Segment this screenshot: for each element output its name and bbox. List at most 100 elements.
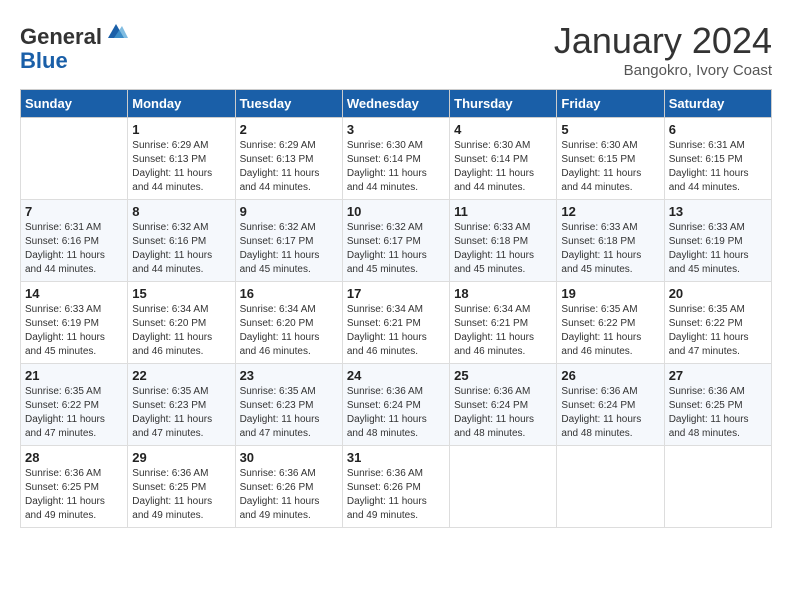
sunrise-text: Sunrise: 6:35 AM xyxy=(25,386,101,397)
sunrise-text: Sunrise: 6:36 AM xyxy=(561,386,637,397)
calendar-cell: 31 Sunrise: 6:36 AM Sunset: 6:26 PM Dayl… xyxy=(342,446,449,528)
calendar-cell: 16 Sunrise: 6:34 AM Sunset: 6:20 PM Dayl… xyxy=(235,282,342,364)
sunset-text: Sunset: 6:22 PM xyxy=(669,318,743,329)
sunset-text: Sunset: 6:26 PM xyxy=(240,482,314,493)
daylight-text: Daylight: 11 hours and 44 minutes. xyxy=(25,250,105,275)
calendar-cell xyxy=(450,446,557,528)
calendar-cell: 27 Sunrise: 6:36 AM Sunset: 6:25 PM Dayl… xyxy=(664,364,771,446)
calendar-cell: 13 Sunrise: 6:33 AM Sunset: 6:19 PM Dayl… xyxy=(664,200,771,282)
day-info: Sunrise: 6:36 AM Sunset: 6:25 PM Dayligh… xyxy=(25,467,123,523)
calendar-cell: 29 Sunrise: 6:36 AM Sunset: 6:25 PM Dayl… xyxy=(128,446,235,528)
sunset-text: Sunset: 6:15 PM xyxy=(561,154,635,165)
calendar-week-3: 14 Sunrise: 6:33 AM Sunset: 6:19 PM Dayl… xyxy=(21,282,772,364)
sunset-text: Sunset: 6:18 PM xyxy=(454,236,528,247)
day-number: 21 xyxy=(25,368,123,383)
calendar-cell: 20 Sunrise: 6:35 AM Sunset: 6:22 PM Dayl… xyxy=(664,282,771,364)
calendar-cell: 6 Sunrise: 6:31 AM Sunset: 6:15 PM Dayli… xyxy=(664,118,771,200)
sunrise-text: Sunrise: 6:36 AM xyxy=(347,386,423,397)
daylight-text: Daylight: 11 hours and 46 minutes. xyxy=(454,332,534,357)
sunset-text: Sunset: 6:23 PM xyxy=(132,400,206,411)
day-number: 19 xyxy=(561,286,659,301)
sunset-text: Sunset: 6:22 PM xyxy=(25,400,99,411)
day-number: 12 xyxy=(561,204,659,219)
daylight-text: Daylight: 11 hours and 46 minutes. xyxy=(561,332,641,357)
daylight-text: Daylight: 11 hours and 48 minutes. xyxy=(561,414,641,439)
daylight-text: Daylight: 11 hours and 49 minutes. xyxy=(132,496,212,521)
calendar-cell: 22 Sunrise: 6:35 AM Sunset: 6:23 PM Dayl… xyxy=(128,364,235,446)
sunset-text: Sunset: 6:13 PM xyxy=(132,154,206,165)
calendar-cell: 7 Sunrise: 6:31 AM Sunset: 6:16 PM Dayli… xyxy=(21,200,128,282)
calendar-cell: 3 Sunrise: 6:30 AM Sunset: 6:14 PM Dayli… xyxy=(342,118,449,200)
sunrise-text: Sunrise: 6:30 AM xyxy=(347,140,423,151)
day-info: Sunrise: 6:31 AM Sunset: 6:15 PM Dayligh… xyxy=(669,139,767,195)
calendar-cell: 28 Sunrise: 6:36 AM Sunset: 6:25 PM Dayl… xyxy=(21,446,128,528)
calendar-cell: 18 Sunrise: 6:34 AM Sunset: 6:21 PM Dayl… xyxy=(450,282,557,364)
day-number: 22 xyxy=(132,368,230,383)
calendar-cell: 19 Sunrise: 6:35 AM Sunset: 6:22 PM Dayl… xyxy=(557,282,664,364)
sunrise-text: Sunrise: 6:34 AM xyxy=(454,304,530,315)
sunrise-text: Sunrise: 6:36 AM xyxy=(454,386,530,397)
daylight-text: Daylight: 11 hours and 45 minutes. xyxy=(561,250,641,275)
sunrise-text: Sunrise: 6:36 AM xyxy=(669,386,745,397)
day-number: 2 xyxy=(240,122,338,137)
day-number: 17 xyxy=(347,286,445,301)
calendar-week-1: 1 Sunrise: 6:29 AM Sunset: 6:13 PM Dayli… xyxy=(21,118,772,200)
calendar-cell: 11 Sunrise: 6:33 AM Sunset: 6:18 PM Dayl… xyxy=(450,200,557,282)
calendar-cell: 15 Sunrise: 6:34 AM Sunset: 6:20 PM Dayl… xyxy=(128,282,235,364)
month-title: January 2024 xyxy=(554,20,772,62)
logo: General Blue xyxy=(20,20,128,73)
daylight-text: Daylight: 11 hours and 44 minutes. xyxy=(240,168,320,193)
day-info: Sunrise: 6:34 AM Sunset: 6:21 PM Dayligh… xyxy=(347,303,445,359)
sunset-text: Sunset: 6:19 PM xyxy=(669,236,743,247)
day-info: Sunrise: 6:35 AM Sunset: 6:23 PM Dayligh… xyxy=(132,385,230,441)
day-number: 6 xyxy=(669,122,767,137)
calendar-cell: 21 Sunrise: 6:35 AM Sunset: 6:22 PM Dayl… xyxy=(21,364,128,446)
day-info: Sunrise: 6:36 AM Sunset: 6:24 PM Dayligh… xyxy=(561,385,659,441)
calendar-cell: 30 Sunrise: 6:36 AM Sunset: 6:26 PM Dayl… xyxy=(235,446,342,528)
calendar-week-5: 28 Sunrise: 6:36 AM Sunset: 6:25 PM Dayl… xyxy=(21,446,772,528)
daylight-text: Daylight: 11 hours and 44 minutes. xyxy=(561,168,641,193)
location-subtitle: Bangokro, Ivory Coast xyxy=(554,62,772,79)
calendar-cell: 5 Sunrise: 6:30 AM Sunset: 6:15 PM Dayli… xyxy=(557,118,664,200)
daylight-text: Daylight: 11 hours and 46 minutes. xyxy=(347,332,427,357)
day-info: Sunrise: 6:29 AM Sunset: 6:13 PM Dayligh… xyxy=(132,139,230,195)
day-number: 4 xyxy=(454,122,552,137)
sunset-text: Sunset: 6:17 PM xyxy=(347,236,421,247)
day-number: 14 xyxy=(25,286,123,301)
daylight-text: Daylight: 11 hours and 47 minutes. xyxy=(669,332,749,357)
sunset-text: Sunset: 6:14 PM xyxy=(454,154,528,165)
title-block: January 2024 Bangokro, Ivory Coast xyxy=(554,20,772,79)
day-info: Sunrise: 6:36 AM Sunset: 6:24 PM Dayligh… xyxy=(347,385,445,441)
sunrise-text: Sunrise: 6:33 AM xyxy=(454,222,530,233)
day-info: Sunrise: 6:36 AM Sunset: 6:24 PM Dayligh… xyxy=(454,385,552,441)
calendar-cell: 8 Sunrise: 6:32 AM Sunset: 6:16 PM Dayli… xyxy=(128,200,235,282)
sunset-text: Sunset: 6:16 PM xyxy=(132,236,206,247)
calendar-cell: 4 Sunrise: 6:30 AM Sunset: 6:14 PM Dayli… xyxy=(450,118,557,200)
sunset-text: Sunset: 6:14 PM xyxy=(347,154,421,165)
calendar-cell xyxy=(664,446,771,528)
calendar-cell: 14 Sunrise: 6:33 AM Sunset: 6:19 PM Dayl… xyxy=(21,282,128,364)
day-number: 18 xyxy=(454,286,552,301)
day-number: 28 xyxy=(25,450,123,465)
sunrise-text: Sunrise: 6:34 AM xyxy=(347,304,423,315)
sunrise-text: Sunrise: 6:32 AM xyxy=(347,222,423,233)
day-info: Sunrise: 6:36 AM Sunset: 6:26 PM Dayligh… xyxy=(347,467,445,523)
day-info: Sunrise: 6:36 AM Sunset: 6:26 PM Dayligh… xyxy=(240,467,338,523)
calendar-cell: 25 Sunrise: 6:36 AM Sunset: 6:24 PM Dayl… xyxy=(450,364,557,446)
daylight-text: Daylight: 11 hours and 47 minutes. xyxy=(25,414,105,439)
sunset-text: Sunset: 6:13 PM xyxy=(240,154,314,165)
daylight-text: Daylight: 11 hours and 44 minutes. xyxy=(454,168,534,193)
day-info: Sunrise: 6:35 AM Sunset: 6:22 PM Dayligh… xyxy=(669,303,767,359)
day-info: Sunrise: 6:34 AM Sunset: 6:20 PM Dayligh… xyxy=(240,303,338,359)
logo-icon xyxy=(104,20,128,44)
sunset-text: Sunset: 6:21 PM xyxy=(454,318,528,329)
weekday-header-wednesday: Wednesday xyxy=(342,90,449,118)
sunrise-text: Sunrise: 6:29 AM xyxy=(132,140,208,151)
day-number: 27 xyxy=(669,368,767,383)
daylight-text: Daylight: 11 hours and 46 minutes. xyxy=(240,332,320,357)
weekday-header-saturday: Saturday xyxy=(664,90,771,118)
day-info: Sunrise: 6:32 AM Sunset: 6:17 PM Dayligh… xyxy=(347,221,445,277)
sunset-text: Sunset: 6:26 PM xyxy=(347,482,421,493)
sunrise-text: Sunrise: 6:36 AM xyxy=(25,468,101,479)
sunrise-text: Sunrise: 6:31 AM xyxy=(25,222,101,233)
